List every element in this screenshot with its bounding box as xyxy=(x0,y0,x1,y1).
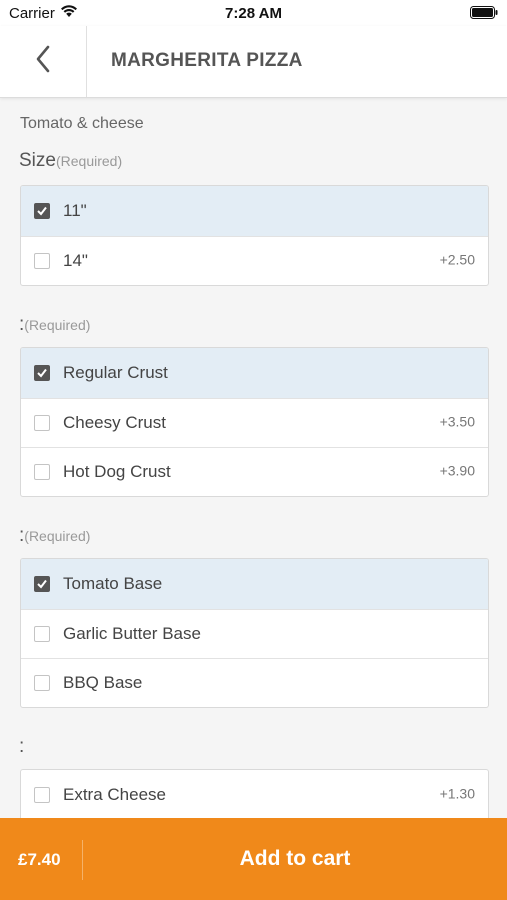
option-row[interactable]: 11" xyxy=(21,186,488,236)
required-label: (Required) xyxy=(55,153,123,169)
option-label: 11" xyxy=(63,201,87,220)
option-row[interactable]: Cheesy Crust +3.50 xyxy=(21,398,488,447)
page-title: MARGHERITA PIZZA xyxy=(111,50,303,71)
total-price: £7.40 xyxy=(18,850,61,869)
option-row[interactable]: Tomato Base xyxy=(21,559,488,609)
options-content[interactable]: Tomato & cheese Size(Required) 11" 14" +… xyxy=(0,98,507,818)
checkbox[interactable] xyxy=(34,626,50,642)
group-title-extras: : xyxy=(19,736,24,758)
back-button[interactable] xyxy=(0,26,87,97)
group-title-crust: :(Required) xyxy=(19,314,90,336)
option-row[interactable]: 14" +2.50 xyxy=(21,236,488,285)
option-group-size: 11" 14" +2.50 xyxy=(20,185,489,286)
option-row[interactable]: Garlic Butter Base xyxy=(21,609,488,658)
group-title-base: :(Required) xyxy=(19,525,90,547)
option-price: +2.50 xyxy=(439,251,475,268)
checkbox[interactable] xyxy=(34,464,50,480)
option-group-base: Tomato Base Garlic Butter Base BBQ Base xyxy=(20,558,489,708)
option-row[interactable]: Hot Dog Crust +3.90 xyxy=(21,447,488,496)
group-title: : xyxy=(19,736,25,757)
checkbox[interactable] xyxy=(34,415,50,431)
option-row[interactable]: Extra Cheese +1.30 xyxy=(21,770,488,818)
checkbox-checked[interactable] xyxy=(34,576,50,592)
required-label: (Required) xyxy=(24,528,91,544)
option-label: Tomato Base xyxy=(63,574,163,593)
option-row[interactable]: Regular Crust xyxy=(21,348,488,398)
group-title: Size xyxy=(19,150,56,171)
option-label: BBQ Base xyxy=(63,673,143,692)
option-group-crust: Regular Crust Cheesy Crust +3.50 Hot Dog… xyxy=(20,347,489,497)
battery-icon xyxy=(470,6,498,24)
checkbox[interactable] xyxy=(34,675,50,691)
option-label: 14" xyxy=(63,251,88,270)
option-label: Garlic Butter Base xyxy=(63,624,201,643)
option-price: +3.50 xyxy=(439,413,475,430)
checkbox-checked[interactable] xyxy=(34,203,50,219)
checkbox[interactable] xyxy=(34,787,50,803)
status-bar: Carrier 7:28 AM xyxy=(0,0,507,26)
required-label: (Required) xyxy=(24,317,91,333)
checkbox-checked[interactable] xyxy=(34,365,50,381)
option-group-extras: Extra Cheese +1.30 xyxy=(20,769,489,818)
option-label: Regular Crust xyxy=(63,363,168,382)
option-label: Extra Cheese xyxy=(63,785,166,804)
add-to-cart-button[interactable]: Add to cart xyxy=(83,818,507,900)
option-label: Hot Dog Crust xyxy=(63,462,171,481)
cart-footer: £7.40 Add to cart xyxy=(0,818,507,900)
option-price: +3.90 xyxy=(439,462,475,479)
nav-bar: MARGHERITA PIZZA xyxy=(0,26,507,98)
option-label: Cheesy Crust xyxy=(63,413,166,432)
option-row[interactable]: BBQ Base xyxy=(21,658,488,707)
group-title-size: Size(Required) xyxy=(19,150,122,172)
chevron-left-icon xyxy=(35,45,51,78)
checkbox[interactable] xyxy=(34,253,50,269)
status-time: 7:28 AM xyxy=(225,5,282,22)
product-description: Tomato & cheese xyxy=(20,115,144,132)
option-price: +1.30 xyxy=(439,785,475,802)
